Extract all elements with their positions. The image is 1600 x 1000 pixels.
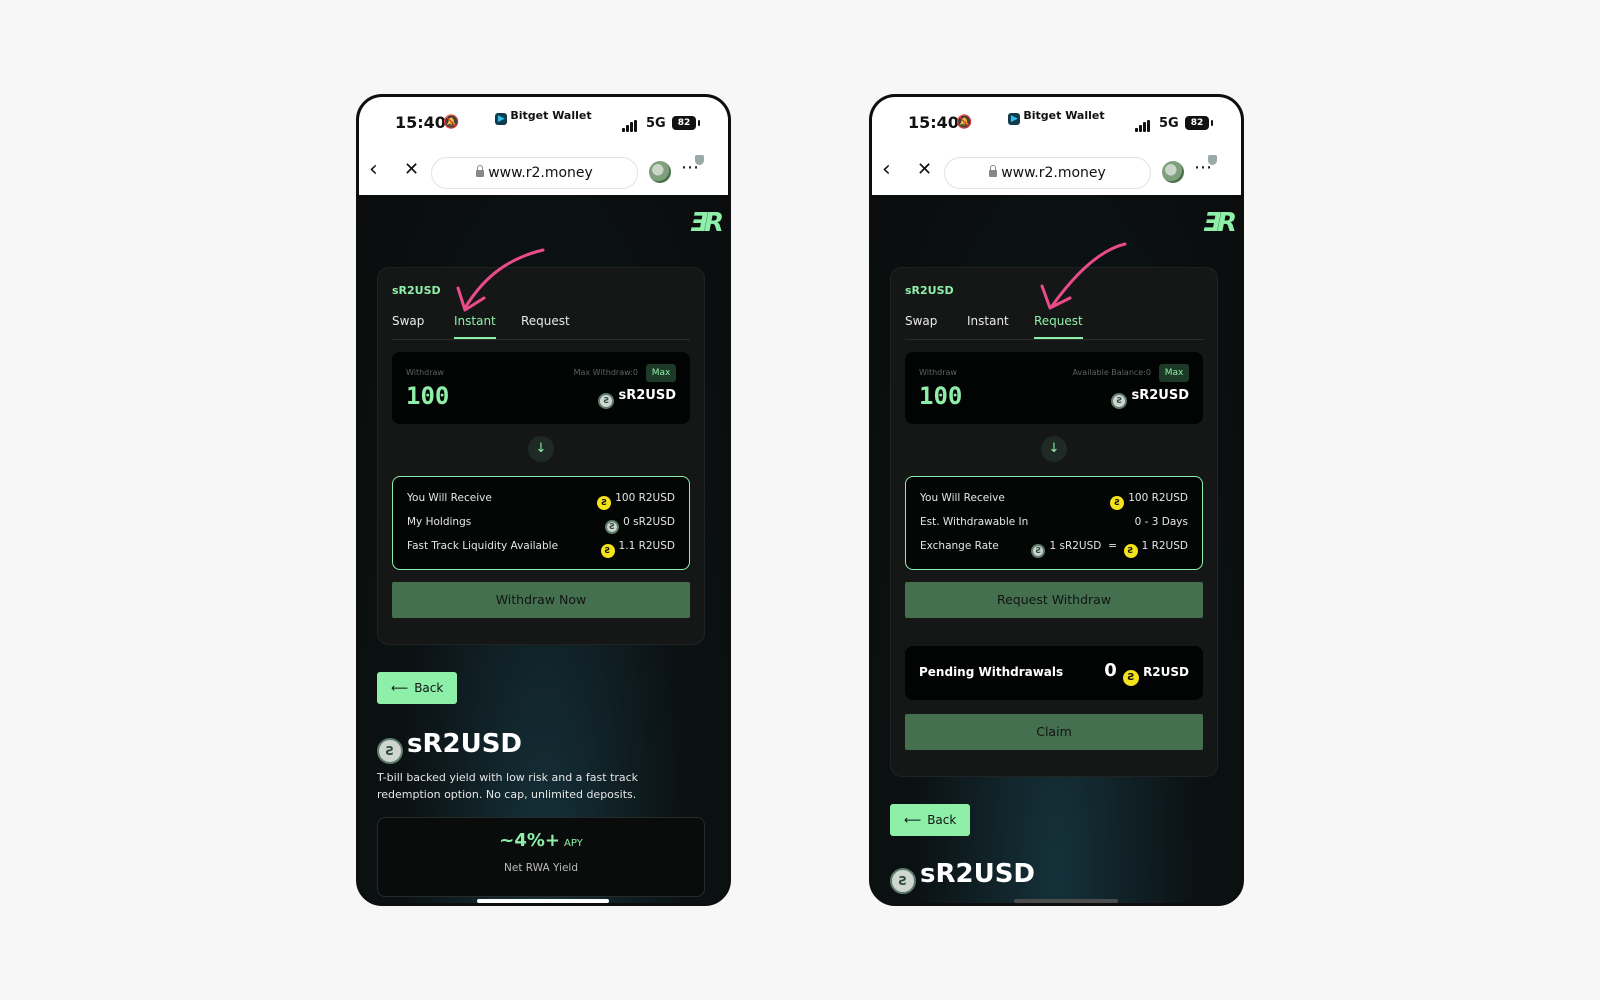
page-content: ƎR sR2USD Swap Instant Request Withdraw … [872,195,1241,903]
withdraw-now-button[interactable]: Withdraw Now [392,582,690,618]
arrow-down-icon: ↓ [528,436,554,462]
tab-instant[interactable]: Instant [967,314,1009,328]
tab-request[interactable]: Request [1034,314,1083,339]
max-button[interactable]: Max [1159,364,1189,382]
back-chevron-icon[interactable]: ‹ [882,157,891,182]
bitget-logo-icon: ▶ [1008,113,1021,125]
home-indicator [1014,899,1118,903]
available-balance-label: Available Balance:0 [1072,368,1151,377]
apy-card: ~4%+ APY Net RWA Yield [377,817,705,897]
withdraw-label: Withdraw [919,368,957,377]
request-withdraw-button[interactable]: Request Withdraw [905,582,1203,618]
browser-bar: ‹ ✕ www.r2.money ⋯ [872,153,1241,195]
tab-request[interactable]: Request [521,314,570,328]
withdraw-card: sR2USD Swap Instant Request Withdraw Ava… [890,267,1218,777]
sr2usd-coin-icon: Ƨ [598,393,615,409]
avatar[interactable] [649,161,671,183]
page-title: ƧsR2USD [377,729,522,764]
card-token-name: sR2USD [392,284,441,297]
shield-icon [1208,155,1217,165]
sr2usd-coin-icon: Ƨ [605,520,620,534]
withdraw-card: sR2USD Swap Instant Request Withdraw Max… [377,267,705,645]
tab-bar: Swap Instant Request [905,306,1203,340]
pending-withdrawals: Pending Withdrawals 0 Ƨ R2USD [905,646,1203,700]
arrow-left-icon: ⟵ [391,681,409,695]
apy-label: Net RWA Yield [504,862,578,874]
url-bar[interactable]: www.r2.money [944,157,1151,189]
receive-summary: You Will Receive Ƨ 100 R2USD Est. Withdra… [905,476,1203,570]
r2usd-coin-icon: Ƨ [600,544,615,558]
home-indicator [477,899,609,903]
close-icon[interactable]: ✕ [404,159,419,180]
withdraw-input-box[interactable]: Withdraw Available Balance:0 Max 100 ƧsR… [905,352,1203,424]
withdraw-input-box[interactable]: Withdraw Max Withdraw:0 Max 100 ƧsR2USD [392,352,690,424]
r2-logo[interactable]: ƎR [1203,208,1237,238]
page-title: ƧsR2USD [890,859,1035,894]
summary-row: My Holdings Ƨ0 sR2USD [407,516,675,534]
network-label: 5G [646,116,666,131]
battery-icon: 82 [1185,116,1213,130]
arrow-down-icon: ↓ [1041,436,1067,462]
back-button[interactable]: ⟵ Back [890,804,970,836]
input-token: ƧsR2USD [1111,388,1189,409]
r2usd-coin-icon: Ƨ [1123,544,1138,558]
max-withdraw-label: Max Withdraw:0 [573,368,638,377]
apy-value: ~4%+ APY [499,830,583,851]
status-bar: 15:40 🔕 ▶ Bitget Wallet 5G 82 [872,97,1241,153]
token-description: T-bill backed yield with low risk and a … [377,771,639,801]
pending-value: 0 Ƨ R2USD [1104,660,1189,686]
back-chevron-icon[interactable]: ‹ [369,157,378,182]
claim-button[interactable]: Claim [905,714,1203,750]
lock-icon [989,165,998,177]
avatar[interactable] [1162,161,1184,183]
arrow-left-icon: ⟵ [904,813,922,827]
bitget-logo-icon: ▶ [495,113,508,125]
summary-row: You Will Receive Ƨ 100 R2USD [407,492,675,510]
signal-icon [1135,120,1151,132]
active-tab-underline [1034,337,1083,339]
phone-request: 15:40 🔕 ▶ Bitget Wallet 5G 82 ‹ ✕ www.r2.… [869,94,1244,906]
active-tab-underline [454,337,496,339]
phone-instant: 15:40 🔕 ▶ Bitget Wallet 5G 82 ‹ ✕ www.r2.… [356,94,731,906]
withdraw-label: Withdraw [406,368,444,377]
withdraw-amount-input[interactable]: 100 [406,382,449,410]
summary-row: You Will Receive Ƨ 100 R2USD [920,492,1188,510]
tab-bar: Swap Instant Request [392,306,690,340]
close-icon[interactable]: ✕ [917,159,932,180]
browser-bar: ‹ ✕ www.r2.money ⋯ [359,153,728,195]
r2usd-coin-icon: Ƨ [597,496,612,510]
tab-swap[interactable]: Swap [392,314,424,328]
input-token: ƧsR2USD [598,388,676,409]
max-button[interactable]: Max [646,364,676,382]
sr2usd-coin-icon: Ƨ [890,868,916,894]
battery-icon: 82 [672,116,700,130]
network-label: 5G [1159,116,1179,131]
withdraw-amount-input[interactable]: 100 [919,382,962,410]
back-button[interactable]: ⟵ Back [377,672,457,704]
status-bar: 15:40 🔕 ▶ Bitget Wallet 5G 82 [359,97,728,153]
sr2usd-coin-icon: Ƨ [1031,544,1046,558]
summary-row: Fast Track Liquidity Available Ƨ 1.1 R2US… [407,540,675,558]
card-token-name: sR2USD [905,284,954,297]
summary-row: Exchange Rate Ƨ1 sR2USD = Ƨ1 R2USD [920,540,1188,558]
lock-icon [476,165,485,177]
shield-icon [695,155,704,165]
page-content: ƎR sR2USD Swap Instant Request Withdraw … [359,195,728,903]
r2-logo[interactable]: ƎR [690,208,724,238]
url-bar[interactable]: www.r2.money [431,157,638,189]
tab-swap[interactable]: Swap [905,314,937,328]
signal-icon [622,120,638,132]
sr2usd-coin-icon: Ƨ [377,738,403,764]
summary-row: Est. Withdrawable In 0 - 3 Days [920,516,1188,528]
receive-summary: You Will Receive Ƨ 100 R2USD My Holdings … [392,476,690,570]
pending-label: Pending Withdrawals [919,665,1064,679]
r2usd-coin-icon: Ƨ [1123,670,1140,686]
tab-instant[interactable]: Instant [454,314,496,339]
r2usd-coin-icon: Ƨ [1110,496,1125,510]
sr2usd-coin-icon: Ƨ [1111,393,1128,409]
